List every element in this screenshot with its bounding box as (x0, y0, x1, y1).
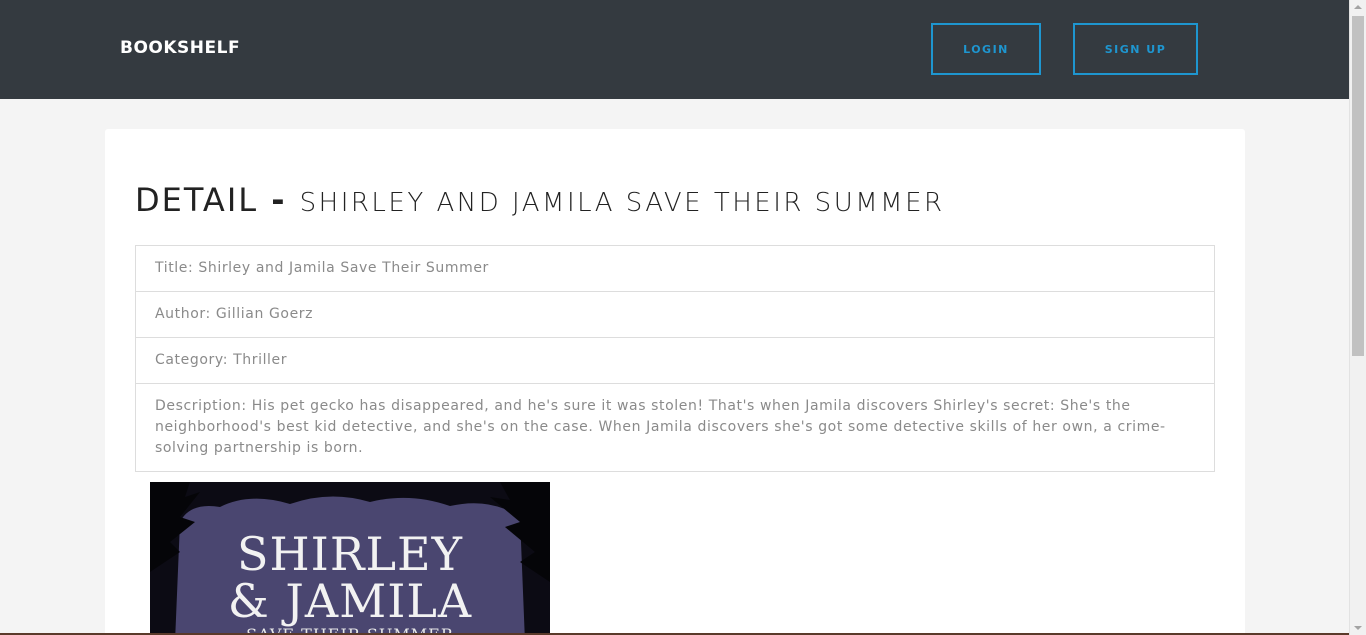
brand-logo[interactable]: BOOKSHELF (120, 38, 240, 58)
book-author-item: Author: Gillian Goerz (136, 291, 1214, 337)
book-info-list: Title: Shirley and Jamila Save Their Sum… (135, 245, 1215, 472)
page-title-main: DETAIL (135, 181, 259, 219)
book-description-item: Description: His pet gecko has disappear… (136, 383, 1214, 471)
cover-title-line2: & JAMILA (228, 574, 472, 628)
book-cover-image: SHIRLEY & JAMILA SAVE THEIR SUMMER (150, 482, 550, 635)
detail-card: DETAIL - SHIRLEY AND JAMILA SAVE THEIR S… (105, 129, 1245, 635)
login-button[interactable]: LOGIN (931, 23, 1041, 75)
scroll-down-arrow-icon[interactable] (1354, 626, 1362, 630)
cover-title-line1: SHIRLEY (237, 527, 463, 581)
signup-button[interactable]: SIGN UP (1073, 23, 1198, 75)
book-cover-art: SHIRLEY & JAMILA SAVE THEIR SUMMER (150, 482, 550, 635)
book-category-item: Category: Thriller (136, 337, 1214, 383)
scrollbar-thumb[interactable] (1352, 16, 1364, 356)
page-title-separator: - (271, 181, 287, 219)
navbar: BOOKSHELF LOGIN SIGN UP (0, 0, 1349, 99)
scroll-up-arrow-icon[interactable] (1354, 5, 1362, 9)
page-title: DETAIL - SHIRLEY AND JAMILA SAVE THEIR S… (135, 181, 945, 219)
page-title-book: SHIRLEY AND JAMILA SAVE THEIR SUMMER (299, 188, 945, 218)
book-title-item: Title: Shirley and Jamila Save Their Sum… (155, 260, 489, 276)
vertical-scrollbar[interactable] (1349, 0, 1366, 635)
